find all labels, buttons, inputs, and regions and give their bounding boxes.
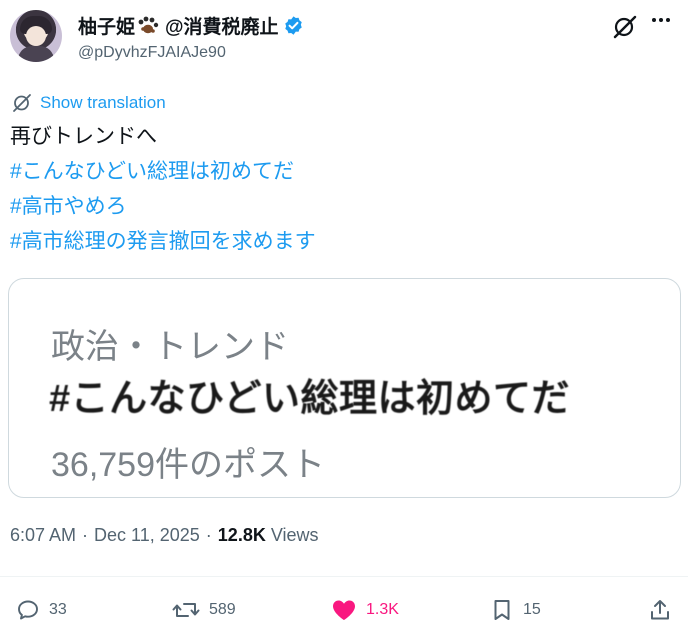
paw-emoji-icon: [137, 16, 159, 36]
reply-count: 33: [49, 601, 67, 618]
bookmark-icon: [494, 600, 510, 620]
verified-badge-icon[interactable]: [283, 15, 304, 36]
card-post-count: 36,759件のポスト: [51, 446, 325, 484]
avatar[interactable]: [10, 10, 62, 62]
card-category: 政治・トレンド: [51, 328, 289, 366]
heart-icon: [333, 600, 355, 620]
translate-icon: [13, 94, 31, 112]
author-display-name[interactable]: 柚子姫: [78, 12, 135, 39]
author-handle[interactable]: @pDyvhzFJAIAJe90: [78, 44, 226, 62]
tweet-date[interactable]: Dec 11, 2025: [94, 525, 200, 546]
tweet-meta: 6:07 AM · Dec 11, 2025 · 12.8K Views: [10, 525, 319, 546]
more-options-icon[interactable]: [652, 18, 670, 22]
repost-button[interactable]: 589: [172, 598, 236, 622]
hashtag-link[interactable]: #こんなひどい総理は初めてだ: [10, 155, 294, 189]
card-trend-title: #こんなひどい総理は初めてだ: [49, 378, 570, 420]
show-translation-label[interactable]: Show translation: [40, 93, 166, 113]
bookmark-count: 15: [523, 601, 541, 618]
author-name-suffix[interactable]: @消費税廃止: [165, 12, 279, 39]
tweet-text-line: 再びトレンドへ: [10, 125, 157, 148]
reply-icon: [18, 600, 38, 620]
show-translation-link[interactable]: Show translation: [12, 93, 166, 113]
tweet-time[interactable]: 6:07 AM: [10, 525, 76, 546]
like-button[interactable]: 1.3K: [331, 598, 399, 622]
hashtag-link[interactable]: #高市総理の発言撤回を求めます: [10, 225, 316, 259]
repost-icon: [172, 603, 200, 617]
divider: [0, 576, 688, 577]
bookmark-button[interactable]: 15: [490, 598, 541, 622]
like-count: 1.3K: [366, 601, 399, 618]
grok-icon[interactable]: [612, 14, 638, 45]
author-name-row[interactable]: 柚子姫 @消費税廃止: [78, 12, 304, 39]
trend-screenshot-card[interactable]: 政治・トレンド #こんなひどい総理は初めてだ 36,759件のポスト: [8, 278, 681, 498]
share-icon: [651, 600, 669, 620]
repost-count: 589: [209, 601, 236, 618]
views-label: Views: [270, 525, 319, 545]
share-button[interactable]: [648, 598, 681, 622]
meta-separator: ·: [82, 525, 89, 545]
reply-button[interactable]: 33: [16, 598, 67, 622]
hashtag-link[interactable]: #高市やめろ: [10, 190, 127, 224]
meta-separator: ·: [205, 525, 212, 545]
views-count: 12.8K: [217, 525, 266, 545]
